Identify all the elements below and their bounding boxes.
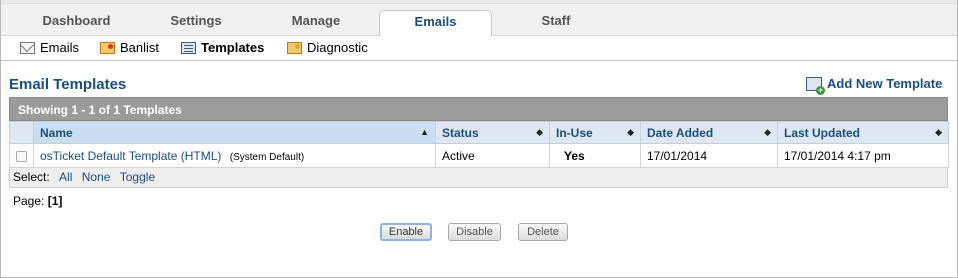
- header-checkbox-column: [9, 121, 34, 144]
- subnav-label: Templates: [201, 40, 265, 55]
- in-use-cell: Yes: [549, 143, 641, 168]
- sort-icon: ◆: [536, 127, 543, 137]
- system-default-note: (System Default): [229, 151, 305, 163]
- templates-table: Showing 1 - 1 of 1 Templates Name ▲ Stat…: [9, 97, 949, 188]
- table-header: Name ▲ Status ◆ In-Use ◆ Date Added ◆ La…: [9, 121, 949, 144]
- pagination: Page: [1]: [13, 194, 62, 208]
- template-name-cell: osTicket Default Template (HTML) (System…: [33, 143, 436, 168]
- subnav-item-diagnostic[interactable]: Diagnostic: [287, 40, 368, 56]
- add-template-icon: [806, 76, 825, 95]
- add-new-template-link[interactable]: Add New Template: [806, 76, 943, 95]
- subnav-label: Emails: [40, 40, 80, 55]
- tab-manage[interactable]: Manage: [256, 10, 376, 37]
- sort-ascending-icon: ▲: [420, 127, 429, 137]
- column-header-label: Date Added: [647, 125, 714, 140]
- subnav-label: Diagnostic: [307, 40, 368, 55]
- banlist-icon: [100, 42, 115, 54]
- status-cell: Active: [435, 143, 550, 168]
- column-header-label: In-Use: [556, 125, 593, 140]
- delete-button[interactable]: Delete: [518, 223, 568, 241]
- page-title: Email Templates: [9, 76, 127, 93]
- select-label: Select:: [13, 170, 50, 184]
- last-updated-cell: 17/01/2014 4:17 pm: [777, 143, 949, 168]
- row-checkbox[interactable]: [16, 150, 27, 162]
- disable-button[interactable]: Disable: [448, 223, 501, 241]
- template-icon: [181, 42, 196, 54]
- diagnostic-icon: [287, 42, 302, 54]
- subnav-item-templates[interactable]: Templates: [181, 40, 264, 56]
- top-strip: [1, 0, 957, 4]
- sort-icon: ◆: [764, 127, 771, 137]
- top-nav: Dashboard Settings Manage Emails Staff: [1, 0, 957, 37]
- select-bar: Select: All None Toggle: [9, 168, 948, 188]
- column-header-label: Last Updated: [784, 125, 861, 140]
- column-header-label: Name: [40, 125, 73, 140]
- tab-emails[interactable]: Emails: [379, 10, 492, 37]
- page-label: Page:: [13, 194, 45, 208]
- column-header-label: Status: [442, 125, 479, 140]
- sub-nav: Emails Banlist Templates Diagnostic: [1, 36, 957, 61]
- column-header-status[interactable]: Status ◆: [435, 121, 550, 144]
- subnav-label: Banlist: [120, 40, 160, 55]
- column-header-in-use[interactable]: In-Use ◆: [549, 121, 641, 144]
- subnav-item-banlist[interactable]: Banlist: [100, 40, 159, 56]
- tab-staff[interactable]: Staff: [501, 10, 611, 37]
- column-header-date-added[interactable]: Date Added ◆: [640, 121, 778, 144]
- tab-settings[interactable]: Settings: [141, 10, 251, 37]
- add-new-template-label: Add New Template: [827, 76, 943, 91]
- date-added-cell: 17/01/2014: [640, 143, 778, 168]
- select-none-link[interactable]: None: [82, 170, 111, 184]
- tab-dashboard[interactable]: Dashboard: [9, 10, 144, 37]
- template-name-link[interactable]: osTicket Default Template (HTML): [40, 149, 221, 163]
- select-all-link[interactable]: All: [59, 170, 72, 184]
- showing-count: Showing 1 - 1 of 1 Templates: [9, 97, 948, 121]
- table-row: osTicket Default Template (HTML) (System…: [9, 143, 949, 168]
- column-header-last-updated[interactable]: Last Updated ◆: [777, 121, 949, 144]
- column-header-name[interactable]: Name ▲: [33, 121, 436, 144]
- sort-icon: ◆: [935, 127, 942, 137]
- sort-icon: ◆: [627, 127, 634, 137]
- envelope-icon: [20, 42, 35, 54]
- admin-panel: Dashboard Settings Manage Emails Staff E…: [0, 0, 958, 278]
- select-toggle-link[interactable]: Toggle: [120, 170, 155, 184]
- row-checkbox-cell: [9, 143, 34, 168]
- subnav-item-emails[interactable]: Emails: [20, 40, 79, 56]
- enable-button[interactable]: Enable: [380, 223, 432, 241]
- current-page[interactable]: [1]: [48, 194, 63, 208]
